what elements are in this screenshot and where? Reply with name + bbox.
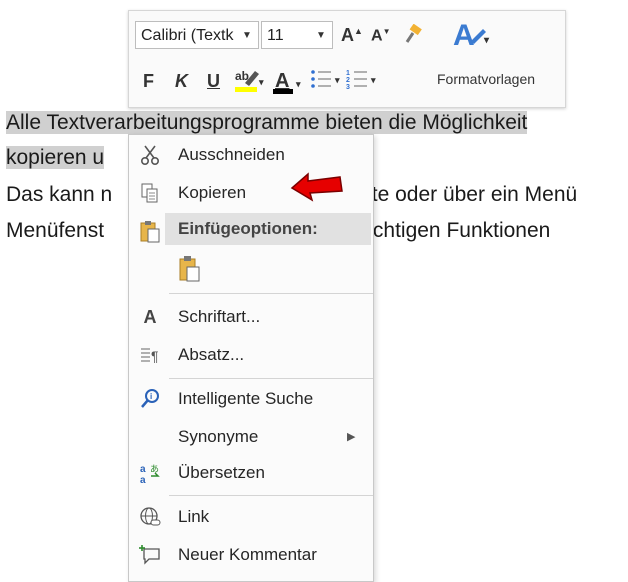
- menu-label: Kopieren: [178, 183, 247, 202]
- font-color-button[interactable]: A ▾: [271, 67, 303, 102]
- doc-line-3-right: ste oder über ein Menü: [361, 183, 578, 206]
- menu-label: Schriftart...: [178, 307, 261, 326]
- svg-text:a: a: [140, 464, 146, 475]
- menu-item-smart-lookup[interactable]: i Intelligente Suche: [129, 381, 373, 417]
- clipboard-icon: [137, 218, 163, 244]
- svg-text:3: 3: [346, 84, 350, 91]
- doc-line-2[interactable]: kopieren u: [6, 143, 105, 173]
- menu-label: Intelligente Suche: [178, 389, 314, 408]
- menu-separator: [169, 495, 373, 496]
- format-painter-icon[interactable]: [401, 23, 425, 51]
- link-icon: [137, 504, 163, 530]
- svg-text:▾: ▾: [370, 75, 376, 85]
- svg-text:i: i: [150, 392, 152, 401]
- svg-text:▾: ▾: [295, 79, 301, 89]
- chevron-right-icon: ▶: [347, 431, 356, 443]
- menu-item-new-comment[interactable]: Neuer Kommentar: [129, 537, 373, 573]
- menu-item-font[interactable]: A Schriftart...: [129, 299, 373, 335]
- chevron-down-icon[interactable]: ▼: [312, 22, 330, 50]
- menu-label: Synonyme: [178, 427, 259, 446]
- menu-label: Einfügeoptionen:: [178, 219, 318, 238]
- menu-item-translate[interactable]: aあa Übersetzen: [129, 455, 373, 491]
- grow-font-button[interactable]: A▲: [341, 25, 363, 46]
- translate-icon: aあa: [137, 460, 163, 486]
- svg-text:あ: あ: [150, 464, 159, 474]
- doc-line-4-right: wichtigen Funktionen: [353, 219, 551, 242]
- menu-label: Ausschneiden: [178, 145, 285, 164]
- bold-button[interactable]: F: [143, 71, 154, 92]
- svg-text:A: A: [453, 19, 475, 51]
- selected-text[interactable]: Alle Textverarbeitungsprogramme bieten d…: [6, 111, 528, 134]
- font-icon: A: [143, 306, 157, 327]
- doc-line-3-left: Das kann n: [6, 183, 113, 206]
- highlight-button[interactable]: ab ▾: [233, 65, 265, 100]
- mini-toolbar: Calibri (Textk ▼ 11 ▼ A▲ A▼ A ▾ F K U ab ▾…: [128, 10, 566, 108]
- svg-text:a: a: [140, 475, 146, 484]
- menu-label: Absatz...: [178, 345, 245, 364]
- copy-icon: [137, 180, 163, 206]
- shrink-font-button[interactable]: A▼: [371, 27, 390, 45]
- svg-text:▾: ▾: [483, 35, 490, 46]
- doc-line-4-left: Menüfenst: [6, 219, 105, 242]
- styles-icon[interactable]: A ▾: [451, 17, 491, 56]
- font-size-value: 11: [267, 27, 284, 44]
- scissors-icon: [137, 142, 163, 168]
- chevron-down-icon[interactable]: ▼: [238, 22, 256, 50]
- svg-text:1: 1: [346, 70, 350, 77]
- selected-text-2[interactable]: kopieren u: [6, 146, 105, 169]
- menu-label: Link: [178, 507, 210, 526]
- bullets-button[interactable]: ▾: [309, 67, 343, 98]
- svg-text:A: A: [275, 70, 289, 92]
- menu-label: Neuer Kommentar: [178, 545, 317, 564]
- menu-separator: [169, 378, 373, 379]
- svg-text:¶: ¶: [151, 348, 159, 364]
- svg-text:2: 2: [346, 77, 350, 84]
- paste-keep-format-icon[interactable]: [177, 256, 203, 282]
- menu-item-link[interactable]: Link: [129, 499, 373, 535]
- paragraph-icon: ¶: [137, 342, 163, 368]
- underline-button[interactable]: U: [207, 71, 220, 92]
- menu-separator: [169, 293, 373, 294]
- font-size-box[interactable]: 11 ▼: [261, 21, 333, 49]
- paste-options-header: Einfügeoptionen:: [165, 213, 371, 245]
- red-arrow-icon: [290, 168, 344, 207]
- menu-item-paste-keep-format[interactable]: [129, 251, 373, 287]
- menu-label: Übersetzen: [178, 463, 265, 482]
- svg-text:▾: ▾: [334, 75, 340, 85]
- styles-label[interactable]: Formatvorlagen: [437, 71, 535, 87]
- smart-lookup-icon: i: [137, 386, 163, 412]
- svg-text:▾: ▾: [258, 77, 264, 87]
- font-name-box[interactable]: Calibri (Textk ▼: [135, 21, 259, 49]
- menu-item-paragraph[interactable]: ¶ Absatz...: [129, 337, 373, 373]
- numbering-button[interactable]: 1 2 3 ▾: [345, 67, 379, 98]
- comment-icon: [137, 542, 163, 568]
- menu-item-synonyms[interactable]: Synonyme ▶: [129, 419, 373, 455]
- italic-button[interactable]: K: [175, 71, 188, 92]
- font-name-value: Calibri (Textk: [141, 27, 234, 44]
